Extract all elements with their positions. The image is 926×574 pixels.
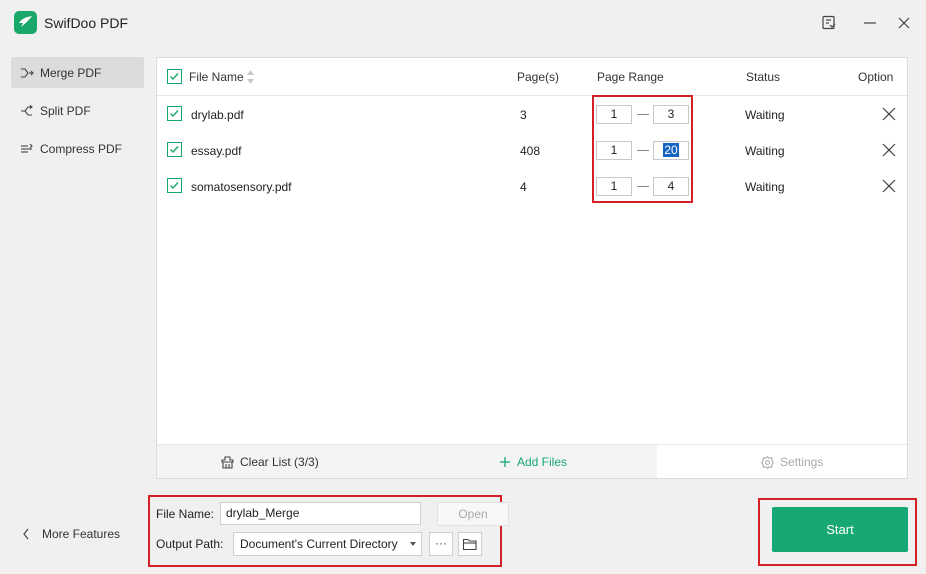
page-count: 408 — [520, 144, 541, 158]
header-option: Option — [858, 70, 894, 84]
plus-icon — [500, 457, 510, 467]
ellipsis-icon: ··· — [435, 536, 447, 550]
merge-icon — [21, 67, 34, 78]
status-text: Waiting — [745, 108, 785, 122]
more-features-button[interactable]: More Features — [22, 527, 120, 541]
compress-icon — [21, 143, 33, 153]
select-all-checkbox[interactable] — [167, 69, 182, 84]
remove-file-icon[interactable] — [882, 107, 896, 121]
browse-path-button[interactable]: ··· — [429, 532, 453, 556]
more-features-label: More Features — [42, 527, 121, 541]
header-status: Status — [746, 70, 781, 84]
open-button[interactable]: Open — [437, 502, 509, 526]
sidebar-item-label: Split PDF — [40, 103, 91, 118]
output-path-value: Document's Current Directory — [240, 537, 398, 551]
chevron-down-icon — [410, 542, 416, 546]
gear-icon — [761, 455, 774, 469]
clear-list-button[interactable]: Clear List (3/3) — [221, 445, 319, 479]
table-row: somatosensory.pdf 4 1 4 Waiting — [157, 168, 907, 204]
status-text: Waiting — [745, 144, 785, 158]
page-count: 4 — [520, 180, 527, 194]
sidebar-item-label: Merge PDF — [40, 65, 102, 80]
page-range-highlight — [592, 95, 693, 203]
settings-button[interactable]: Settings — [761, 445, 823, 479]
chevron-left-icon — [23, 528, 29, 540]
minimize-icon[interactable] — [861, 14, 879, 32]
file-name: essay.pdf — [191, 144, 242, 158]
file-name: somatosensory.pdf — [191, 180, 292, 194]
table-row: essay.pdf 408 1 20 Waiting — [157, 132, 907, 168]
status-text: Waiting — [745, 180, 785, 194]
header-pages: Page(s) — [517, 70, 560, 84]
sidebar-item-merge-pdf[interactable]: Merge PDF — [11, 57, 144, 88]
close-window-icon[interactable] — [895, 14, 913, 32]
sidebar-item-label: Compress PDF — [40, 141, 123, 156]
header-file-name[interactable]: File Name — [189, 70, 244, 84]
row-checkbox[interactable] — [167, 178, 182, 193]
sidebar-item-compress-pdf[interactable]: Compress PDF — [11, 133, 144, 164]
clear-list-label: Clear List (3/3) — [240, 455, 319, 469]
remove-file-icon[interactable] — [882, 179, 896, 193]
row-checkbox[interactable] — [167, 106, 182, 121]
title-bar: SwifDoo PDF — [0, 0, 926, 46]
page-count: 3 — [520, 108, 527, 122]
file-name: drylab.pdf — [191, 108, 244, 122]
app-logo-icon — [14, 11, 37, 34]
remove-file-icon[interactable] — [882, 143, 896, 157]
feedback-icon[interactable] — [820, 14, 838, 32]
open-folder-button[interactable] — [458, 532, 482, 556]
output-path-label: Output Path: — [156, 537, 224, 551]
output-path-select[interactable]: Document's Current Directory — [233, 532, 422, 556]
add-files-label: Add Files — [517, 455, 568, 469]
table-header: File Name Page(s) Page Range Status Opti… — [157, 58, 907, 96]
sidebar-item-split-pdf[interactable]: Split PDF — [11, 95, 144, 126]
sort-icon[interactable] — [246, 69, 255, 88]
table-row: drylab.pdf 3 1 3 Waiting — [157, 96, 907, 132]
add-files-button[interactable]: Add Files — [499, 445, 567, 479]
output-file-name-input[interactable]: drylab_Merge — [220, 502, 421, 525]
panel-footer: Clear List (3/3) Add Files Settings — [157, 444, 907, 478]
header-page-range: Page Range — [597, 70, 664, 84]
app-title: SwifDoo PDF — [44, 15, 129, 31]
split-icon — [21, 104, 33, 116]
file-name-label: File Name: — [156, 507, 215, 521]
start-button[interactable]: Start — [772, 507, 908, 552]
row-checkbox[interactable] — [167, 142, 182, 157]
folder-icon — [462, 538, 477, 551]
settings-label: Settings — [780, 455, 824, 469]
clear-icon — [221, 455, 234, 469]
file-list-panel: File Name Page(s) Page Range Status Opti… — [156, 57, 908, 479]
